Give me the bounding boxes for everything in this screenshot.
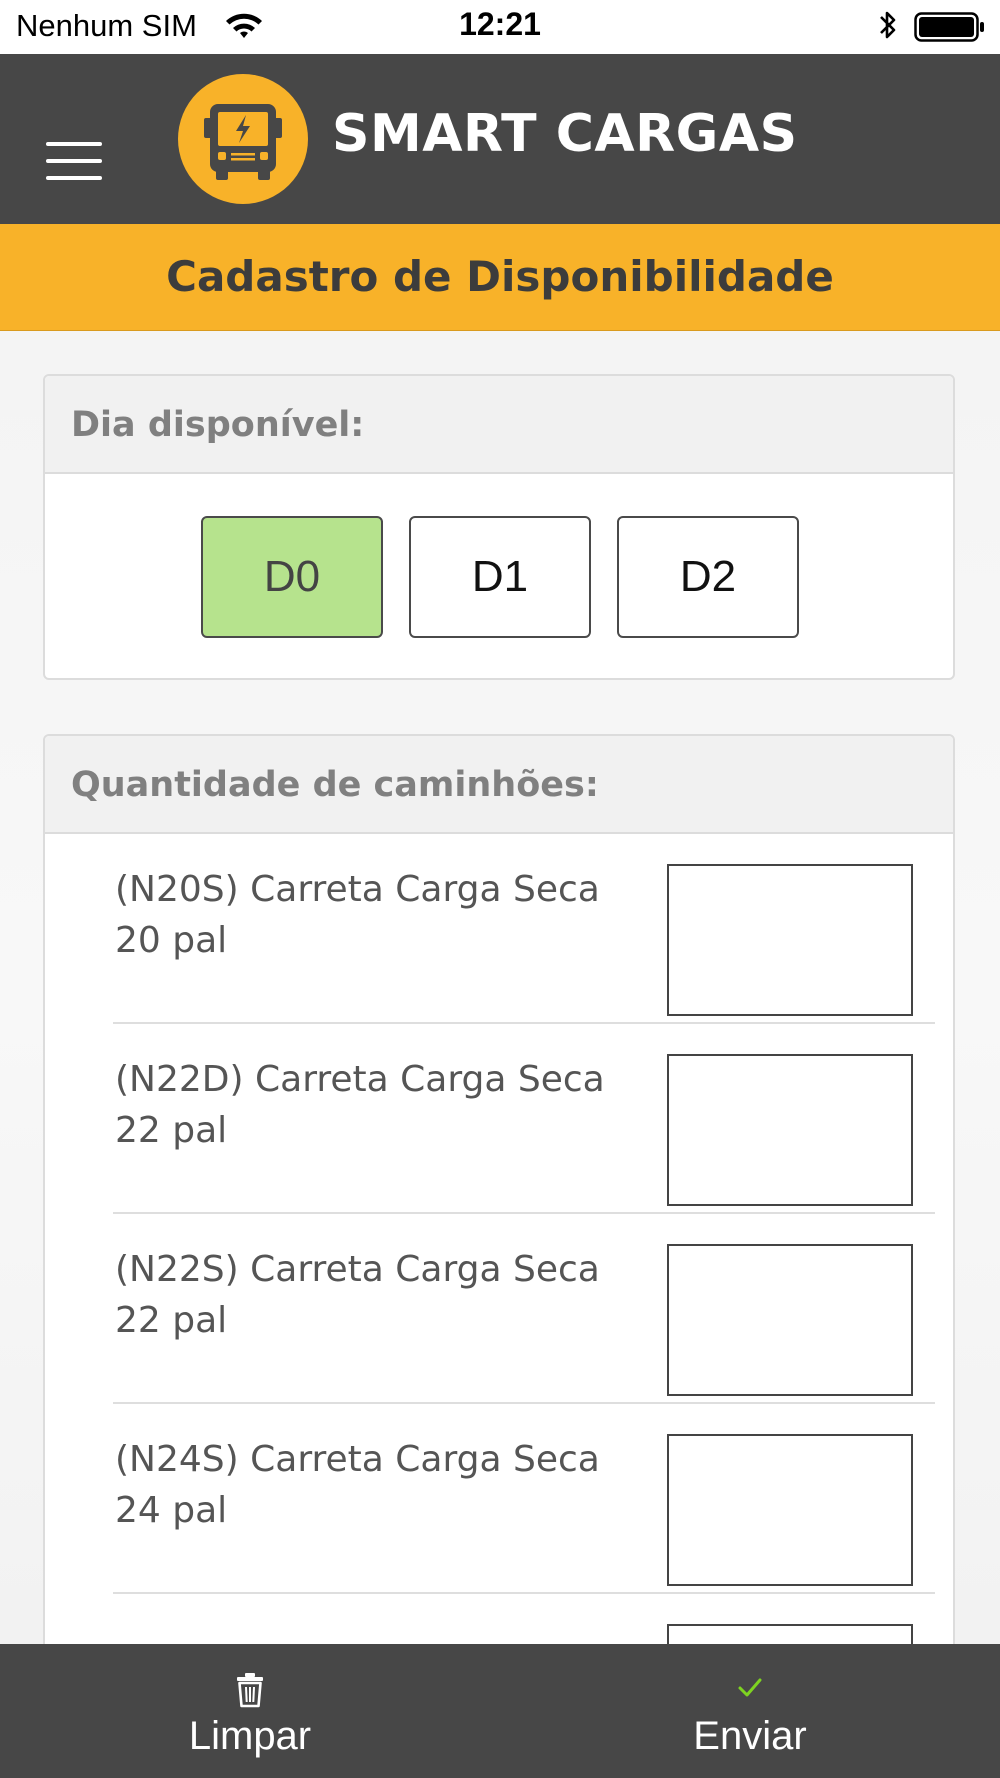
truck-type-label: (N22S) Carreta Carga Seca 22 pal	[115, 1244, 635, 1346]
truck-quantity-input[interactable]	[667, 1244, 913, 1396]
bluetooth-icon	[876, 8, 900, 46]
list-item: (N20S) Carreta Carga Seca 20 pal	[113, 834, 935, 1024]
day-option-d2[interactable]: D2	[617, 516, 799, 638]
day-section-header: Dia disponível:	[45, 376, 953, 474]
day-option-d1[interactable]: D1	[409, 516, 591, 638]
day-option-d0[interactable]: D0	[201, 516, 383, 638]
truck-type-capacity: 22 pal	[115, 1110, 228, 1151]
list-item: (N22S) Carreta Carga Seca 22 pal	[113, 1214, 935, 1404]
truck-type-label: (N20S) Carreta Carga Seca 20 pal	[115, 864, 635, 966]
truck-type-capacity: 24 pal	[115, 1490, 228, 1531]
page-title: Cadastro de Disponibilidade	[166, 252, 834, 301]
truck-quantity-card: Quantidade de caminhões: (N20S) Carreta …	[43, 734, 955, 1734]
clear-button-label: Limpar	[188, 1714, 312, 1758]
clock-time: 12:21	[459, 6, 541, 42]
day-options: D0 D1 D2	[45, 516, 953, 638]
list-item: (N22D) Carreta Carga Seca 22 pal	[113, 1024, 935, 1214]
send-button[interactable]: Enviar	[500, 1644, 1000, 1778]
hamburger-menu-icon[interactable]	[44, 142, 106, 184]
truck-quantity-input[interactable]	[667, 1054, 913, 1206]
clear-button[interactable]: Limpar	[0, 1644, 500, 1778]
list-item: (N24S) Carreta Carga Seca 24 pal	[113, 1404, 935, 1594]
checkmark-icon	[500, 1672, 1000, 1706]
truck-type-name: (N24S) Carreta Carga Seca	[115, 1439, 600, 1480]
truck-quantity-input[interactable]	[667, 1434, 913, 1586]
truck-quantity-input[interactable]	[667, 864, 913, 1016]
battery-icon	[914, 12, 986, 46]
send-button-label: Enviar	[693, 1714, 807, 1758]
truck-type-capacity: 22 pal	[115, 1300, 228, 1341]
trucks-section-header: Quantidade de caminhões:	[45, 736, 953, 834]
page-title-bar: Cadastro de Disponibilidade	[0, 224, 1000, 331]
app-header: SMART CARGAS	[0, 54, 1000, 224]
truck-type-name: (N22D) Carreta Carga Seca	[115, 1059, 605, 1100]
truck-type-name: (N22S) Carreta Carga Seca	[115, 1249, 600, 1290]
truck-type-label: (N24S) Carreta Carga Seca 24 pal	[115, 1434, 635, 1536]
day-availability-card: Dia disponível: D0 D1 D2	[43, 374, 955, 680]
app-title: SMART CARGAS	[332, 104, 798, 164]
truck-type-name: (N20S) Carreta Carga Seca	[115, 869, 600, 910]
bottom-toolbar: Limpar Enviar	[0, 1644, 1000, 1778]
status-bar: Nenhum SIM 12:21	[0, 0, 1000, 54]
truck-logo-icon	[178, 74, 308, 204]
trash-icon	[0, 1672, 500, 1712]
truck-type-capacity: 20 pal	[115, 920, 228, 961]
truck-type-label: (N22D) Carreta Carga Seca 22 pal	[115, 1054, 635, 1156]
